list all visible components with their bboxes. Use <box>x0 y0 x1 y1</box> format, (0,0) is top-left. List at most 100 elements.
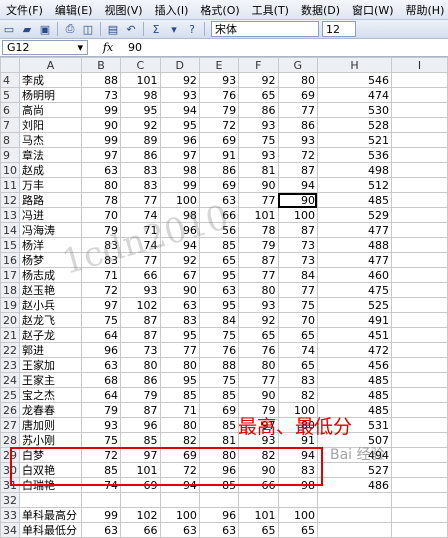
score-cell[interactable]: 73 <box>121 343 160 358</box>
score-cell[interactable]: 93 <box>278 133 317 148</box>
row-header[interactable]: 6 <box>1 103 20 118</box>
score-cell[interactable]: 93 <box>239 298 278 313</box>
empty-cell[interactable] <box>391 133 447 148</box>
score-cell[interactable]: 77 <box>160 343 199 358</box>
name-cell[interactable]: 单科最低分 <box>20 523 82 538</box>
score-cell[interactable]: 96 <box>199 508 238 523</box>
score-cell[interactable]: 99 <box>81 508 120 523</box>
menu-item[interactable]: 文件(F) <box>0 2 49 18</box>
empty-cell[interactable] <box>391 178 447 193</box>
score-cell[interactable]: 90 <box>81 118 120 133</box>
select-all-corner[interactable] <box>1 58 20 73</box>
row-header[interactable]: 18 <box>1 283 20 298</box>
name-cell[interactable]: 路路 <box>20 193 82 208</box>
score-cell[interactable]: 477 <box>317 223 391 238</box>
score-cell[interactable]: 65 <box>199 253 238 268</box>
score-cell[interactable]: 102 <box>121 508 160 523</box>
empty-cell[interactable] <box>391 358 447 373</box>
name-cell[interactable]: 龙春春 <box>20 403 82 418</box>
name-cell[interactable]: 王家加 <box>20 358 82 373</box>
score-cell[interactable]: 70 <box>81 208 120 223</box>
empty-cell[interactable] <box>391 433 447 448</box>
score-cell[interactable]: 95 <box>160 373 199 388</box>
score-cell[interactable]: 65 <box>239 328 278 343</box>
empty-cell[interactable] <box>391 373 447 388</box>
score-cell[interactable]: 98 <box>160 163 199 178</box>
name-cell[interactable]: 单科最高分 <box>20 508 82 523</box>
name-cell[interactable]: 赵小兵 <box>20 298 82 313</box>
score-cell[interactable]: 477 <box>317 253 391 268</box>
row-header[interactable]: 27 <box>1 418 20 433</box>
empty-cell[interactable] <box>391 163 447 178</box>
score-cell[interactable]: 491 <box>317 313 391 328</box>
help-icon[interactable]: ? <box>184 22 200 36</box>
score-cell[interactable]: 472 <box>317 343 391 358</box>
score-cell[interactable]: 77 <box>278 283 317 298</box>
score-cell[interactable]: 73 <box>278 238 317 253</box>
score-cell[interactable]: 75 <box>81 433 120 448</box>
score-cell[interactable]: 72 <box>81 283 120 298</box>
save-icon[interactable]: ▣ <box>37 22 53 36</box>
new-file-icon[interactable]: ▭ <box>1 22 17 36</box>
score-cell[interactable]: 66 <box>121 523 160 538</box>
score-cell[interactable]: 100 <box>160 508 199 523</box>
score-cell[interactable]: 86 <box>121 373 160 388</box>
score-cell[interactable]: 79 <box>239 238 278 253</box>
score-cell[interactable]: 69 <box>199 403 238 418</box>
menu-item[interactable]: 视图(V) <box>98 2 148 18</box>
row-header[interactable]: 17 <box>1 268 20 283</box>
score-cell[interactable]: 64 <box>81 388 120 403</box>
score-cell[interactable]: 82 <box>160 433 199 448</box>
score-cell[interactable]: 63 <box>199 523 238 538</box>
score-cell[interactable]: 87 <box>121 403 160 418</box>
score-cell[interactable]: 485 <box>317 373 391 388</box>
function-icon[interactable]: fx <box>88 41 128 54</box>
score-cell[interactable]: 65 <box>278 358 317 373</box>
score-cell[interactable]: 100 <box>278 508 317 523</box>
score-cell[interactable]: 95 <box>160 118 199 133</box>
score-cell[interactable] <box>317 523 391 538</box>
score-cell[interactable]: 95 <box>160 328 199 343</box>
column-header[interactable]: E <box>199 58 238 73</box>
score-cell[interactable]: 88 <box>81 73 120 88</box>
score-cell[interactable]: 80 <box>278 73 317 88</box>
empty-cell[interactable] <box>391 148 447 163</box>
score-cell[interactable]: 87 <box>278 163 317 178</box>
score-cell[interactable]: 512 <box>317 178 391 193</box>
empty-cell[interactable] <box>391 208 447 223</box>
score-cell[interactable]: 71 <box>160 403 199 418</box>
row-header[interactable]: 23 <box>1 358 20 373</box>
name-cell[interactable]: 高尚 <box>20 103 82 118</box>
score-cell[interactable]: 90 <box>239 178 278 193</box>
empty-cell[interactable] <box>391 463 447 478</box>
row-header[interactable]: 34 <box>1 523 20 538</box>
score-cell[interactable]: 474 <box>317 88 391 103</box>
score-cell[interactable]: 99 <box>81 103 120 118</box>
score-cell[interactable]: 63 <box>81 163 120 178</box>
score-cell[interactable]: 87 <box>121 328 160 343</box>
empty-cell[interactable] <box>391 73 447 88</box>
score-cell[interactable]: 101 <box>239 508 278 523</box>
column-header[interactable]: D <box>160 58 199 73</box>
chevron-down-icon[interactable]: ▾ <box>77 41 83 54</box>
score-cell[interactable]: 93 <box>239 148 278 163</box>
name-cell[interactable]: 王家主 <box>20 373 82 388</box>
name-cell[interactable]: 章法 <box>20 148 82 163</box>
score-cell[interactable]: 79 <box>199 103 238 118</box>
score-cell[interactable]: 92 <box>239 73 278 88</box>
name-cell[interactable]: 赵龙飞 <box>20 313 82 328</box>
score-cell[interactable]: 78 <box>239 223 278 238</box>
row-header[interactable]: 25 <box>1 388 20 403</box>
score-cell[interactable]: 527 <box>317 463 391 478</box>
score-cell[interactable]: 96 <box>160 133 199 148</box>
score-cell[interactable]: 80 <box>239 283 278 298</box>
font-name-select[interactable]: 宋体 <box>211 21 319 37</box>
score-cell[interactable]: 93 <box>160 88 199 103</box>
font-size-select[interactable]: 12 <box>322 21 356 37</box>
score-cell[interactable]: 63 <box>81 523 120 538</box>
score-cell[interactable]: 73 <box>81 88 120 103</box>
score-cell[interactable]: 87 <box>278 223 317 238</box>
row-header[interactable]: 28 <box>1 433 20 448</box>
score-cell[interactable]: 88 <box>199 358 238 373</box>
score-cell[interactable]: 97 <box>81 298 120 313</box>
